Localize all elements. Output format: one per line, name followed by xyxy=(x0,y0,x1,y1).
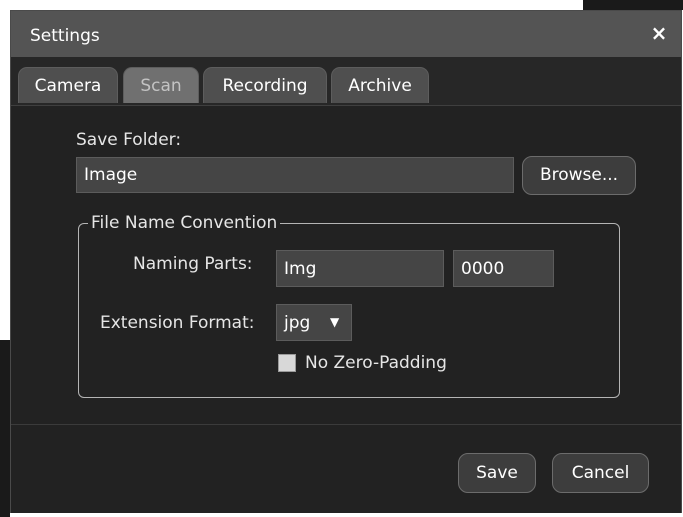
close-icon[interactable]: × xyxy=(647,21,671,45)
save-button[interactable]: Save xyxy=(458,453,536,493)
background-strip xyxy=(583,0,683,10)
screenshot-frame: Settings × Camera Scan Recording Archive… xyxy=(0,0,683,517)
dialog-title: Settings xyxy=(30,26,100,46)
save-folder-value: Image xyxy=(84,165,138,185)
save-folder-label: Save Folder: xyxy=(76,130,182,150)
background-edge xyxy=(0,340,10,517)
tab-camera[interactable]: Camera xyxy=(18,67,118,103)
naming-part-prefix-input[interactable]: Img xyxy=(276,250,444,287)
dialog-footer: Save Cancel xyxy=(11,424,681,513)
naming-part-counter-input[interactable]: 0000 xyxy=(453,250,554,287)
extension-format-dropdown[interactable]: jpg ▼ xyxy=(276,304,352,341)
file-name-convention-group: File Name Convention Naming Parts: Img 0… xyxy=(78,213,620,398)
tab-scan[interactable]: Scan xyxy=(123,67,199,103)
naming-part-prefix-value: Img xyxy=(284,258,317,279)
title-bar[interactable]: Settings × xyxy=(11,11,681,57)
no-zero-padding-checkbox[interactable] xyxy=(278,354,296,372)
file-name-convention-legend: File Name Convention xyxy=(88,213,281,233)
save-folder-input[interactable]: Image xyxy=(76,157,514,193)
cancel-button[interactable]: Cancel xyxy=(552,453,649,493)
tab-bar: Camera Scan Recording Archive xyxy=(11,57,681,106)
tab-archive[interactable]: Archive xyxy=(331,67,429,103)
naming-parts-label: Naming Parts: xyxy=(133,254,253,274)
no-zero-padding-label[interactable]: No Zero-Padding xyxy=(305,353,447,373)
extension-format-label: Extension Format: xyxy=(100,313,255,333)
extension-format-value: jpg xyxy=(284,313,311,333)
settings-dialog: Settings × Camera Scan Recording Archive… xyxy=(10,10,682,513)
scan-tab-panel: Save Folder: Image Browse... File Name C… xyxy=(11,106,681,424)
tab-recording[interactable]: Recording xyxy=(203,67,327,103)
browse-button[interactable]: Browse... xyxy=(522,156,636,195)
naming-part-counter-value: 0000 xyxy=(461,258,505,279)
chevron-down-icon: ▼ xyxy=(330,315,340,329)
